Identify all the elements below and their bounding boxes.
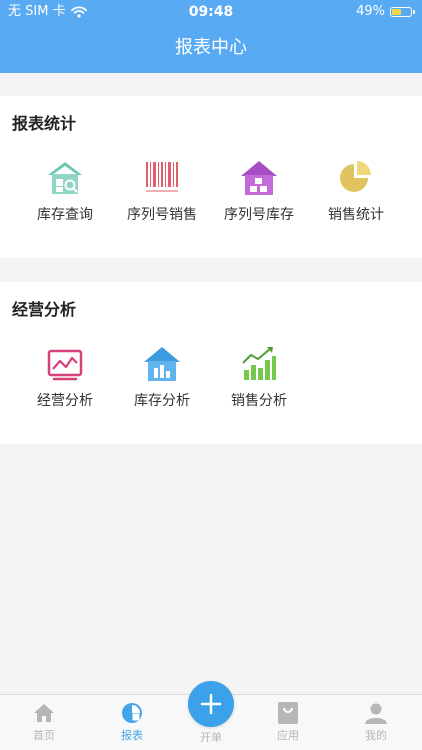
sales-trend-icon: [242, 347, 276, 380]
tile-label: 销售统计: [328, 207, 384, 223]
tile-serial-sales[interactable]: 序列号销售: [112, 158, 212, 224]
tile-inventory-query[interactable]: 库存查询: [15, 158, 115, 224]
pie-chart-icon: [340, 161, 371, 192]
status-right: 49%: [356, 0, 415, 24]
tile-sales-analysis[interactable]: 销售分析: [209, 344, 309, 410]
barcode-icon: [146, 162, 178, 192]
plus-icon: [200, 693, 222, 715]
tab-label: 首页: [33, 729, 55, 742]
status-bar: 无 SIM 卡 09:48 49%: [0, 0, 422, 24]
home-icon: [34, 704, 54, 722]
tile-label: 序列号销售: [127, 207, 197, 223]
user-icon: [365, 703, 387, 724]
tab-home[interactable]: 首页: [9, 701, 79, 743]
inventory-chart-icon: [144, 347, 180, 381]
create-order-button[interactable]: [188, 681, 234, 727]
section-title: 报表统计: [12, 114, 77, 133]
tab-label: 我的: [365, 729, 387, 742]
top-bar: 无 SIM 卡 09:48 49% 报表中心: [0, 0, 422, 73]
tab-reports[interactable]: 报表: [97, 701, 167, 743]
business-analysis-section: 经营分析 经营分析 库存分析 销售分析: [0, 282, 422, 444]
tile-serial-inventory[interactable]: 序列号库存: [209, 158, 309, 224]
page-title: 报表中心: [175, 37, 247, 58]
section-title: 经营分析: [12, 300, 77, 319]
tab-apps[interactable]: 应用: [253, 701, 323, 743]
tile-label: 销售分析: [231, 393, 287, 409]
tile-sales-stats[interactable]: 销售统计: [306, 158, 406, 224]
tab-label: 应用: [277, 729, 299, 742]
analysis-chart-icon: [47, 349, 83, 381]
tab-mine[interactable]: 我的: [341, 701, 411, 743]
battery-icon: [390, 7, 415, 17]
create-order-label: 开单: [200, 731, 222, 744]
battery-percent: 49%: [356, 4, 385, 19]
tile-label: 经营分析: [37, 393, 93, 409]
report-stats-section: 报表统计 库存查询 序列号销售 序列号库存 销售统计: [0, 96, 422, 258]
tile-business-analysis[interactable]: 经营分析: [15, 344, 115, 410]
tab-label: 报表: [121, 729, 143, 742]
battery-fill: [392, 9, 401, 15]
tile-label: 库存查询: [37, 207, 93, 223]
tile-label: 库存分析: [134, 393, 190, 409]
report-pie-icon: [122, 703, 142, 723]
house-icon: [241, 161, 277, 195]
shopping-bag-icon: [278, 702, 298, 724]
tile-inventory-analysis[interactable]: 库存分析: [112, 344, 212, 410]
tile-label: 序列号库存: [224, 207, 294, 223]
warehouse-search-icon: [48, 162, 82, 194]
